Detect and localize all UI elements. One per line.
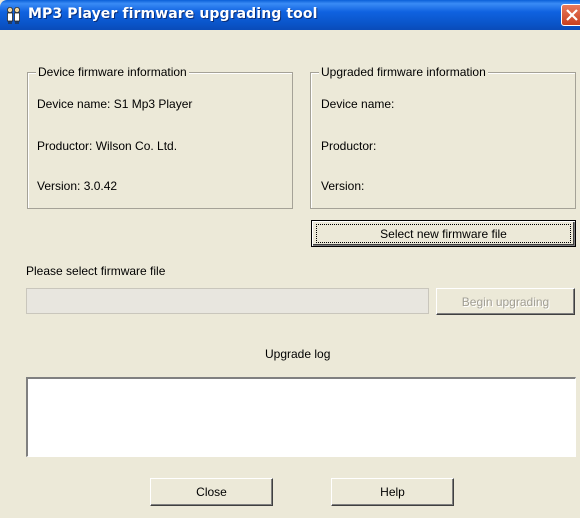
begin-upgrading-label: Begin upgrading	[461, 294, 550, 309]
close-button-label: Close	[196, 485, 227, 499]
device-firmware-legend: Device firmware information	[36, 65, 189, 79]
productor-label: Productor: Wilson Co. Ltd.	[37, 139, 178, 153]
upgrade-log-box[interactable]	[26, 377, 576, 457]
select-firmware-file-label: Select new firmware file	[380, 226, 507, 241]
close-button[interactable]: Close	[150, 478, 273, 506]
window-title: MP3 Player firmware upgrading tool	[28, 6, 318, 22]
app-figures-icon	[7, 7, 20, 24]
upgraded-productor-label: Productor:	[321, 139, 377, 153]
help-button-label: Help	[380, 485, 405, 499]
upgraded-version-label: Version:	[321, 179, 365, 193]
upgraded-firmware-group: Upgraded firmware information Device nam…	[310, 65, 576, 209]
help-button[interactable]: Help	[331, 478, 454, 506]
firmware-path-field[interactable]	[26, 288, 429, 314]
upgraded-firmware-legend: Upgraded firmware information	[319, 65, 488, 79]
upgrade-log-label: Upgrade log	[265, 347, 331, 361]
title-bar[interactable]: MP3 Player firmware upgrading tool	[0, 0, 580, 30]
firmware-tool-window: MP3 Player firmware upgrading tool Devic…	[0, 0, 580, 518]
begin-upgrading-button[interactable]: Begin upgrading	[436, 288, 575, 315]
select-file-prompt: Please select firmware file	[26, 264, 166, 278]
upgraded-device-name-label: Device name:	[321, 97, 395, 111]
window-close-button[interactable]	[561, 4, 580, 26]
version-label: Version: 3.0.42	[37, 179, 118, 193]
device-name-label: Device name: S1 Mp3 Player	[37, 97, 193, 111]
device-firmware-group: Device firmware information Device name:…	[27, 65, 293, 209]
select-firmware-file-button[interactable]: Select new firmware file	[311, 220, 576, 247]
close-icon	[566, 9, 578, 21]
